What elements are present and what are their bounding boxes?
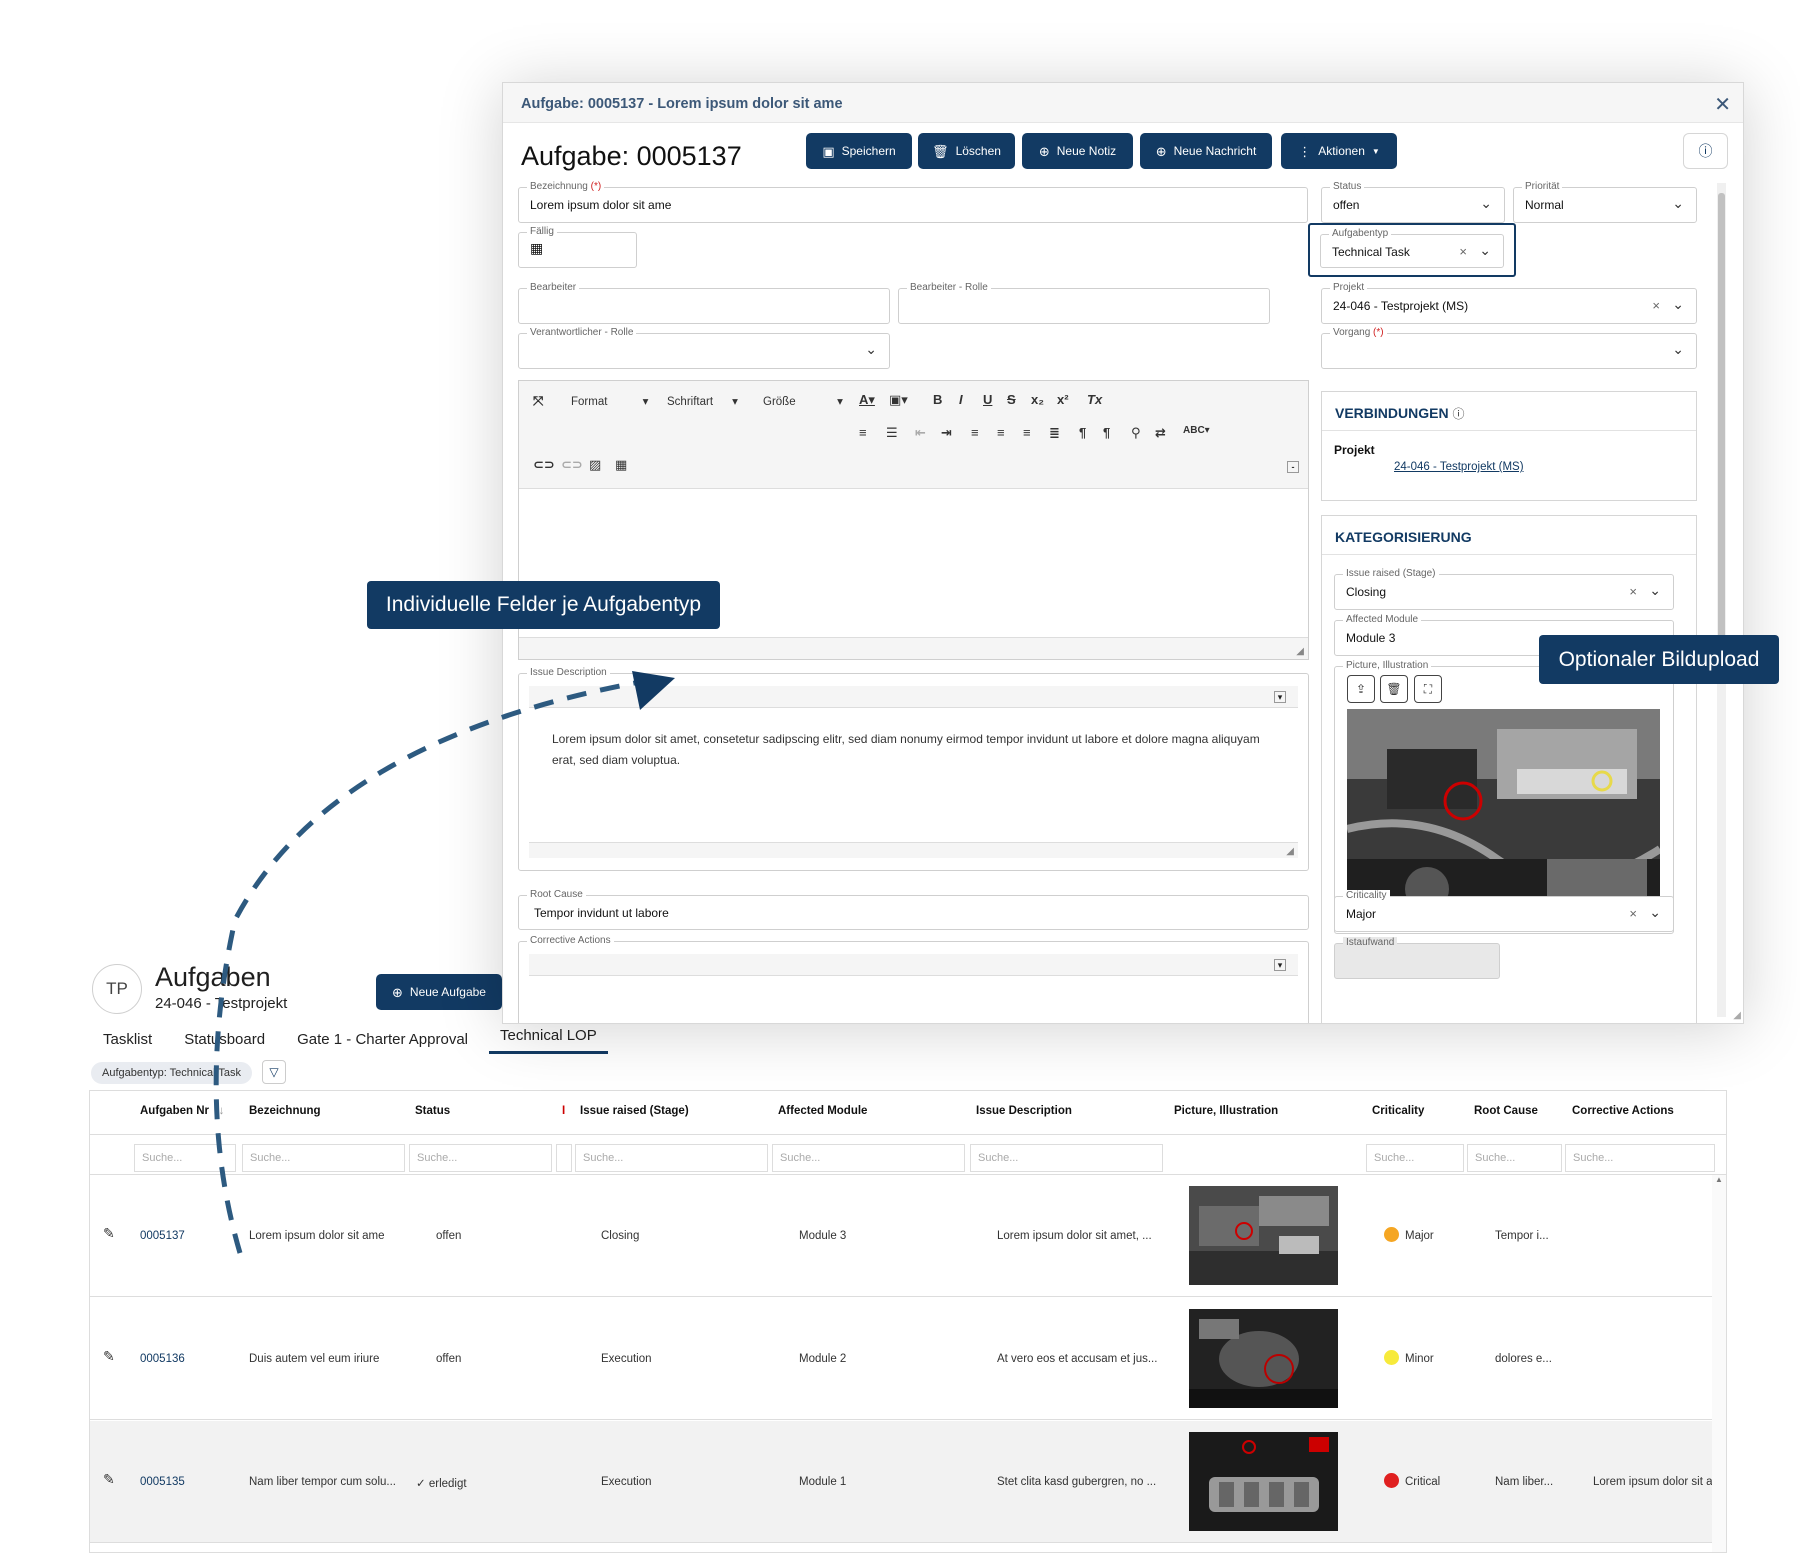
dashed-arrow [213, 671, 675, 1254]
callout-image-upload: Optionaler Bildupload [1539, 635, 1779, 684]
callout-fields-per-type: Individuelle Felder je Aufgabentyp [367, 581, 720, 629]
